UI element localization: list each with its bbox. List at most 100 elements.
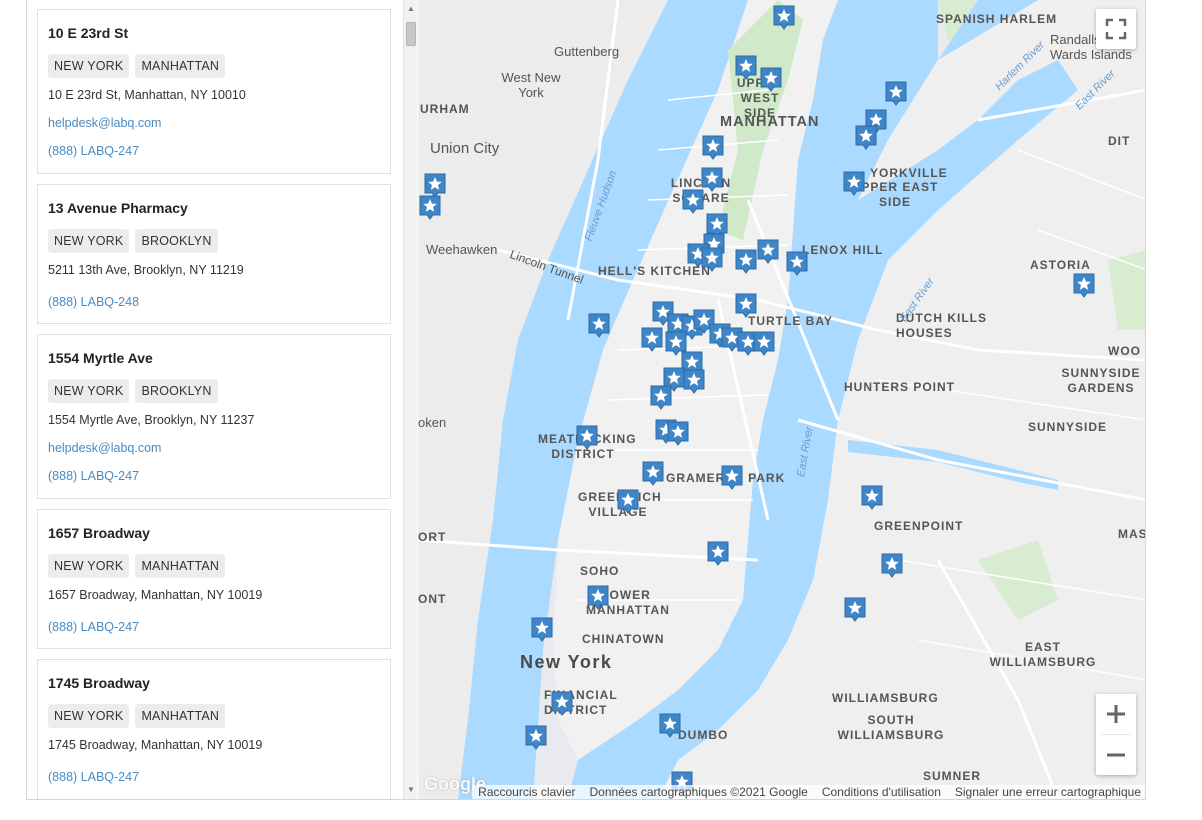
area-label: New York <box>520 652 613 672</box>
store-email-link[interactable]: helpdesk@labq.com <box>48 114 380 132</box>
area-label: DUTCH KILLS HOUSES <box>896 311 987 340</box>
area-label: WILLIAMSBURG <box>832 691 939 705</box>
zoom-out-button[interactable] <box>1096 735 1136 775</box>
scroll-down-icon[interactable]: ▼ <box>404 783 418 797</box>
city-tag: NEW YORK <box>48 54 130 78</box>
area-label: GREENPOINT <box>874 519 964 533</box>
store-marker[interactable] <box>1072 272 1096 299</box>
store-marker[interactable] <box>706 540 730 567</box>
report-error-link[interactable]: Signaler une erreur cartographique <box>955 785 1141 799</box>
store-marker[interactable] <box>586 584 610 611</box>
store-marker[interactable] <box>734 248 758 275</box>
star-marker-icon <box>702 135 724 160</box>
store-marker[interactable] <box>756 238 780 265</box>
city-tag: NEW YORK <box>48 229 130 253</box>
list-scrollbar[interactable]: ▲ ▼ <box>403 0 417 799</box>
area-label: URHAM <box>420 102 470 116</box>
borough-tag: MANHATTAN <box>135 54 226 78</box>
area-label: TURTLE BAY <box>748 314 833 328</box>
store-list[interactable]: 10 E 23rd St NEW YORK MANHATTAN 10 E 23r… <box>27 0 403 799</box>
store-marker[interactable] <box>752 330 776 357</box>
store-phone-link[interactable]: (888) LABQ-247 <box>48 768 380 786</box>
area-label: ASTORIA <box>1030 258 1091 272</box>
store-marker[interactable] <box>785 250 809 277</box>
store-card[interactable]: 13 Avenue Pharmacy NEW YORK BROOKLYN 521… <box>37 184 391 324</box>
star-marker-icon <box>683 369 705 394</box>
store-card[interactable]: 1554 Myrtle Ave NEW YORK BROOKLYN 1554 M… <box>37 334 391 499</box>
area-label: HUNTERS POINT <box>844 380 956 394</box>
store-marker[interactable] <box>700 246 724 273</box>
store-marker[interactable] <box>842 170 866 197</box>
store-marker[interactable] <box>587 312 611 339</box>
scroll-thumb[interactable] <box>406 22 416 46</box>
store-marker[interactable] <box>616 488 640 515</box>
star-marker-icon <box>786 251 808 276</box>
store-marker[interactable] <box>884 80 908 107</box>
store-marker[interactable] <box>701 134 725 161</box>
store-name: 1657 Broadway <box>48 525 150 541</box>
store-marker[interactable] <box>640 326 664 353</box>
store-email-link[interactable]: helpdesk@labq.com <box>48 439 380 457</box>
store-address: 1554 Myrtle Ave, Brooklyn, NY 11237 <box>48 413 255 427</box>
store-marker[interactable] <box>854 124 878 151</box>
store-locator: 10 E 23rd St NEW YORK MANHATTAN 10 E 23r… <box>26 0 1146 800</box>
store-phone-link[interactable]: (888) LABQ-247 <box>48 142 380 160</box>
star-marker-icon <box>707 541 729 566</box>
star-marker-icon <box>760 67 782 92</box>
store-marker[interactable] <box>666 420 690 447</box>
store-marker[interactable] <box>530 616 554 643</box>
area-label: SUMNER <box>923 769 982 783</box>
store-phone-link[interactable]: (888) LABQ-247 <box>48 467 380 485</box>
store-marker[interactable] <box>575 424 599 451</box>
store-card[interactable]: 10 E 23rd St NEW YORK MANHATTAN 10 E 23r… <box>37 9 391 174</box>
zoom-in-button[interactable] <box>1096 694 1136 734</box>
store-card[interactable]: 1657 Broadway NEW YORK MANHATTAN 1657 Br… <box>37 509 391 649</box>
star-marker-icon <box>587 585 609 610</box>
store-marker[interactable] <box>681 188 705 215</box>
star-marker-icon <box>682 189 704 214</box>
store-address: 1745 Broadway, Manhattan, NY 10019 <box>48 738 263 752</box>
area-label: SUNNYSIDE <box>1028 420 1108 434</box>
area-label: SPANISH HARLEM <box>936 12 1058 26</box>
map-view[interactable]: SPANISH HARLEM Randalls and Wards Island… <box>418 0 1146 799</box>
store-marker[interactable] <box>682 368 706 395</box>
store-marker[interactable] <box>418 194 442 221</box>
scroll-up-icon[interactable]: ▲ <box>404 2 418 16</box>
store-marker[interactable] <box>880 552 904 579</box>
star-marker-icon <box>576 425 598 450</box>
area-label: WOO <box>1108 344 1141 358</box>
area-label: SOUTH WILLIAMSBURG <box>837 713 945 742</box>
zoom-control <box>1096 694 1136 775</box>
store-marker[interactable] <box>720 464 744 491</box>
star-marker-icon <box>642 461 664 486</box>
store-card[interactable]: 1745 Broadway NEW YORK MANHATTAN 1745 Br… <box>37 659 391 799</box>
area-label: DIT <box>1108 134 1131 148</box>
store-marker[interactable] <box>860 484 884 511</box>
borough-tag: MANHATTAN <box>135 554 226 578</box>
store-phone-link[interactable]: (888) LABQ-248 <box>48 293 380 311</box>
area-label: EAST WILLIAMSBURG <box>989 640 1097 669</box>
store-marker[interactable] <box>759 66 783 93</box>
star-marker-icon <box>757 239 779 264</box>
store-marker[interactable] <box>524 724 548 751</box>
terms-link[interactable]: Conditions d'utilisation <box>822 785 941 799</box>
store-marker[interactable] <box>641 460 665 487</box>
star-marker-icon <box>667 421 689 446</box>
keyboard-shortcuts-link[interactable]: Raccourcis clavier <box>478 785 575 799</box>
store-phone-link[interactable]: (888) LABQ-247 <box>48 618 380 636</box>
fullscreen-icon <box>1105 18 1127 40</box>
store-marker[interactable] <box>843 596 867 623</box>
area-label: MAS <box>1118 527 1146 541</box>
star-marker-icon <box>617 489 639 514</box>
star-marker-icon <box>773 5 795 30</box>
store-marker[interactable] <box>649 384 673 411</box>
star-marker-icon <box>861 485 883 510</box>
store-marker[interactable] <box>772 4 796 31</box>
store-address: 10 E 23rd St, Manhattan, NY 10010 <box>48 88 246 102</box>
store-marker[interactable] <box>658 712 682 739</box>
store-marker[interactable] <box>734 54 758 81</box>
store-marker[interactable] <box>734 292 758 319</box>
fullscreen-button[interactable] <box>1096 9 1136 49</box>
store-marker[interactable] <box>550 690 574 717</box>
star-marker-icon <box>735 249 757 274</box>
